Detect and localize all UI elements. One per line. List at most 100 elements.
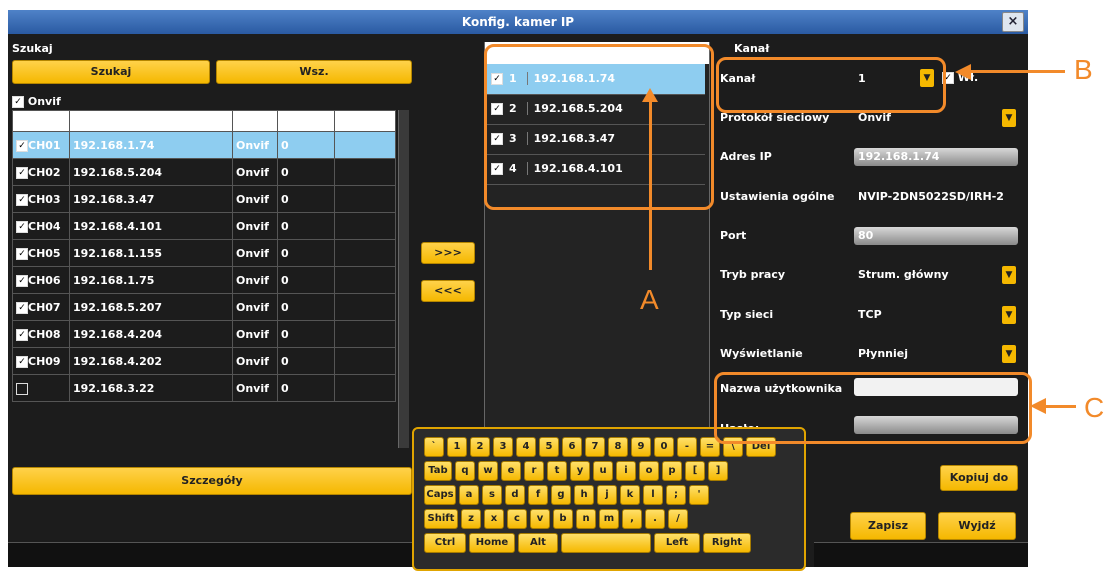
keyboard-key[interactable]: 9 — [631, 437, 651, 457]
keyboard-key[interactable]: 6 — [562, 437, 582, 457]
keyboard-key[interactable]: Ctrl — [424, 533, 466, 553]
search-table-scrollbar[interactable] — [398, 110, 409, 448]
keyboard-key[interactable]: u — [593, 461, 613, 481]
keyboard-key[interactable]: t — [547, 461, 567, 481]
copy-to-button[interactable]: Kopiuj do — [940, 465, 1018, 491]
search-result-row[interactable]: ✓ CH08 192.168.4.204 Onvif 0 — [12, 320, 396, 348]
channel-cell[interactable]: ✓ CH01 — [12, 131, 70, 159]
onvif-filter[interactable]: ✓ Onvif — [12, 95, 61, 108]
keyboard-key[interactable]: ` — [424, 437, 444, 457]
row-checkbox[interactable]: ✓ — [16, 274, 28, 287]
close-button[interactable]: × — [1002, 12, 1024, 32]
search-result-row[interactable]: ✓ CH03 192.168.3.47 Onvif 0 — [12, 185, 396, 213]
network-type-select[interactable]: TCP — [854, 306, 1018, 324]
keyboard-key[interactable]: o — [639, 461, 659, 481]
channel-cell[interactable]: ✓ CH08 — [12, 320, 70, 348]
search-result-row[interactable]: ✓ CH07 192.168.5.207 Onvif 0 — [12, 293, 396, 321]
onvif-checkbox[interactable]: ✓ — [12, 96, 24, 108]
details-button[interactable]: Szczegóły — [12, 467, 412, 495]
keyboard-key[interactable]: e — [501, 461, 521, 481]
row-checkbox[interactable]: ✓ — [16, 220, 28, 233]
keyboard-key[interactable]: l — [643, 485, 663, 505]
keyboard-key[interactable]: 4 — [516, 437, 536, 457]
keyboard-key[interactable]: Shift — [424, 509, 458, 529]
keyboard-key[interactable]: 8 — [608, 437, 628, 457]
row-checkbox[interactable]: ✓ — [16, 247, 28, 260]
keyboard-key[interactable]: c — [507, 509, 527, 529]
row-checkbox[interactable]: ✓ — [16, 193, 28, 206]
keyboard-key[interactable]: q — [455, 461, 475, 481]
channel-cell[interactable]: ✓ CH07 — [12, 293, 70, 321]
search-button[interactable]: Szukaj — [12, 60, 210, 84]
row-checkbox[interactable]: ✓ — [16, 139, 28, 152]
channel-cell[interactable]: ✓ CH03 — [12, 185, 70, 213]
keyboard-key[interactable]: Caps — [424, 485, 456, 505]
search-result-row[interactable]: ✓ CH02 192.168.5.204 Onvif 0 — [12, 158, 396, 186]
keyboard-key[interactable]: s — [482, 485, 502, 505]
keyboard-key[interactable]: [ — [685, 461, 705, 481]
row-checkbox[interactable] — [16, 382, 28, 395]
keyboard-key[interactable]: 7 — [585, 437, 605, 457]
keyboard-key[interactable]: w — [478, 461, 498, 481]
keyboard-key[interactable]: v — [530, 509, 550, 529]
chevron-down-icon[interactable]: ▼ — [1002, 345, 1016, 363]
keyboard-key[interactable]: Tab — [424, 461, 452, 481]
keyboard-key[interactable]: a — [459, 485, 479, 505]
search-result-row[interactable]: 192.168.3.22 Onvif 0 — [12, 374, 396, 402]
row-checkbox[interactable]: ✓ — [16, 328, 28, 341]
keyboard-key[interactable]: 3 — [493, 437, 513, 457]
chevron-down-icon[interactable]: ▼ — [1002, 266, 1016, 284]
search-result-row[interactable]: ✓ CH01 192.168.1.74 Onvif 0 — [12, 131, 396, 159]
search-result-row[interactable]: ✓ CH06 192.168.1.75 Onvif 0 — [12, 266, 396, 294]
channel-cell[interactable]: ✓ CH06 — [12, 266, 70, 294]
keyboard-key[interactable]: f — [528, 485, 548, 505]
keyboard-key[interactable]: j — [597, 485, 617, 505]
keyboard-key[interactable]: / — [668, 509, 688, 529]
exit-button[interactable]: Wyjdź — [938, 512, 1016, 540]
keyboard-key[interactable]: 2 — [470, 437, 490, 457]
keyboard-key[interactable]: y — [570, 461, 590, 481]
search-result-row[interactable]: ✓ CH09 192.168.4.202 Onvif 0 — [12, 347, 396, 375]
keyboard-key[interactable]: z — [461, 509, 481, 529]
keyboard-key[interactable]: ' — [689, 485, 709, 505]
show-all-button[interactable]: Wsz. — [216, 60, 412, 84]
keyboard-key[interactable]: Alt — [518, 533, 558, 553]
keyboard-key[interactable]: 0 — [654, 437, 674, 457]
keyboard-key[interactable]: 1 — [447, 437, 467, 457]
ip-address-field[interactable]: 192.168.1.74 — [854, 148, 1018, 166]
keyboard-key[interactable]: h — [574, 485, 594, 505]
port-field[interactable]: 80 — [854, 227, 1018, 245]
chevron-down-icon[interactable]: ▼ — [1002, 306, 1016, 324]
keyboard-key[interactable]: . — [645, 509, 665, 529]
keyboard-key[interactable]: n — [576, 509, 596, 529]
keyboard-key[interactable]: k — [620, 485, 640, 505]
keyboard-key[interactable]: ; — [666, 485, 686, 505]
chevron-down-icon[interactable]: ▼ — [1002, 109, 1016, 127]
search-result-row[interactable]: ✓ CH04 192.168.4.101 Onvif 0 — [12, 212, 396, 240]
keyboard-key[interactable]: r — [524, 461, 544, 481]
keyboard-key[interactable]: ] — [708, 461, 728, 481]
channel-cell[interactable]: ✓ CH04 — [12, 212, 70, 240]
mode-select[interactable]: Strum. główny — [854, 266, 1018, 284]
keyboard-key[interactable]: x — [484, 509, 504, 529]
channel-cell[interactable]: ✓ CH05 — [12, 239, 70, 267]
search-result-row[interactable]: ✓ CH05 192.168.1.155 Onvif 0 — [12, 239, 396, 267]
keyboard-key[interactable]: b — [553, 509, 573, 529]
keyboard-key[interactable]: d — [505, 485, 525, 505]
row-checkbox[interactable]: ✓ — [16, 301, 28, 314]
keyboard-key[interactable]: g — [551, 485, 571, 505]
channel-cell[interactable]: ✓ CH02 — [12, 158, 70, 186]
row-checkbox[interactable]: ✓ — [16, 166, 28, 179]
add-channel-button[interactable]: >>> — [421, 242, 475, 264]
keyboard-key[interactable] — [561, 533, 651, 553]
keyboard-key[interactable]: - — [677, 437, 697, 457]
keyboard-key[interactable]: Home — [469, 533, 515, 553]
keyboard-key[interactable]: , — [622, 509, 642, 529]
keyboard-key[interactable]: m — [599, 509, 619, 529]
keyboard-key[interactable]: Left — [654, 533, 700, 553]
channel-cell[interactable] — [12, 374, 70, 402]
display-select[interactable]: Płynniej — [854, 345, 1018, 363]
keyboard-key[interactable]: i — [616, 461, 636, 481]
save-button[interactable]: Zapisz — [850, 512, 926, 540]
row-checkbox[interactable]: ✓ — [16, 355, 28, 368]
